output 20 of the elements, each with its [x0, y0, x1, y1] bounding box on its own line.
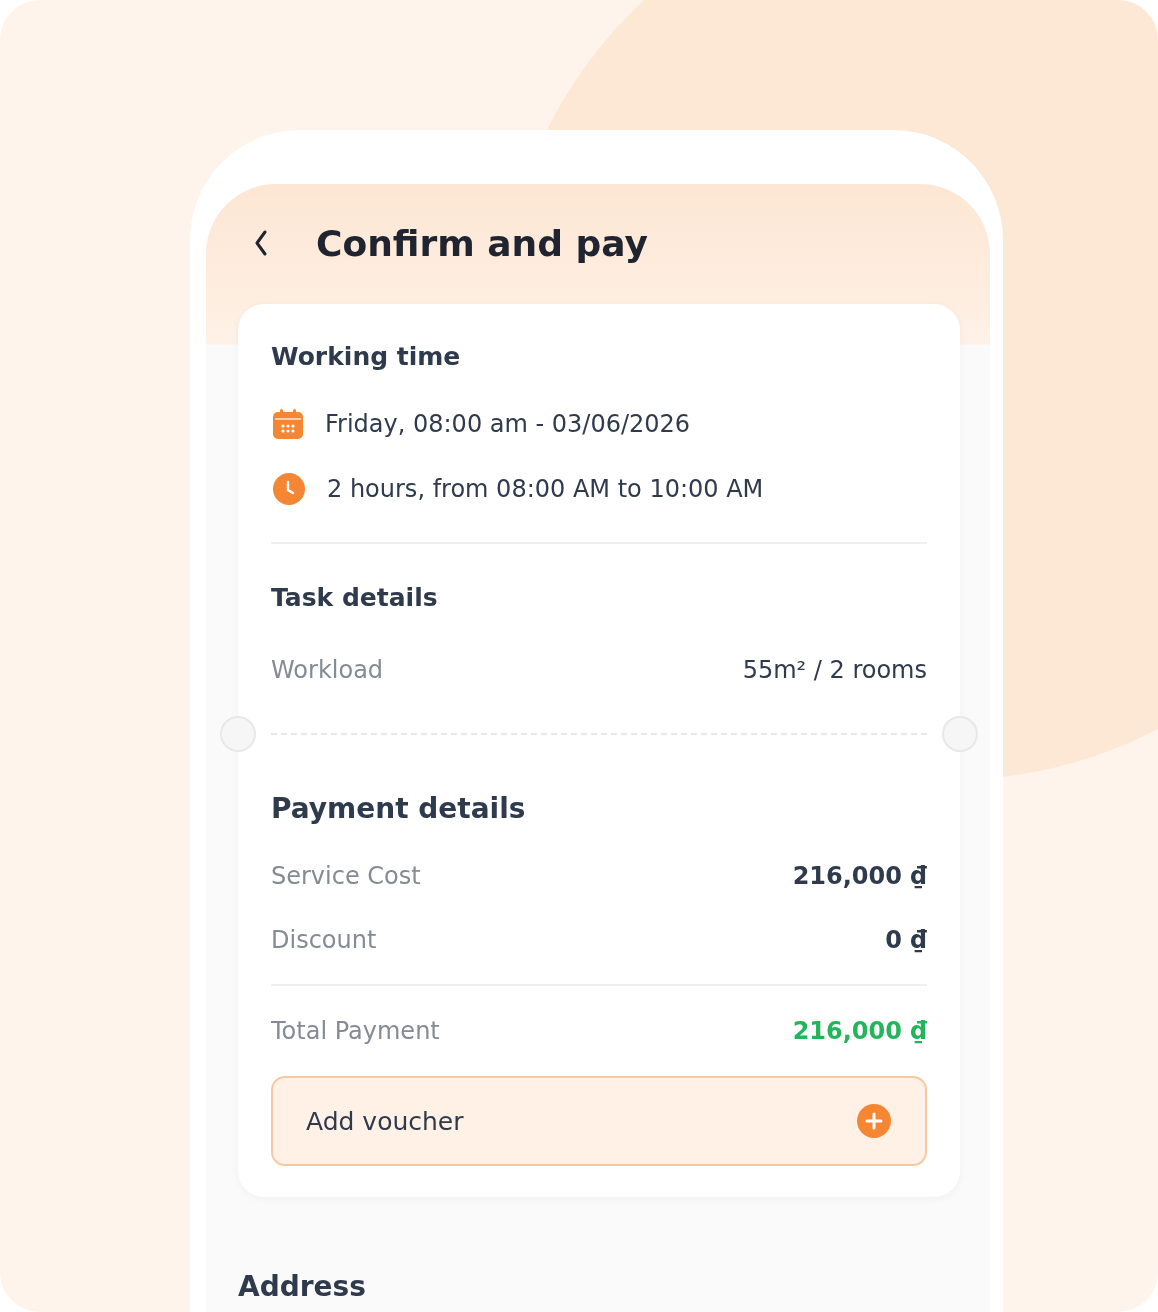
section-title: Address — [238, 1269, 367, 1305]
back-icon[interactable] — [254, 230, 268, 256]
section-title: Working time — [271, 341, 462, 373]
amount-value: 216,000 ₫ — [792, 1017, 927, 1045]
section-title: Payment details — [271, 791, 527, 827]
add-voucher-button[interactable]: Add voucher — [271, 1076, 927, 1166]
plus-icon — [857, 1104, 891, 1138]
row-label: Total Payment — [271, 1017, 440, 1045]
clock-icon — [273, 473, 305, 505]
row-label: Workload — [271, 656, 384, 684]
page-title: Confirm and pay — [316, 222, 648, 264]
row-label: Discount — [271, 926, 377, 954]
info-text: 2 hours, from 08:00 AM to 10:00 AM — [327, 475, 764, 503]
row-value: 55m² / 2 rooms — [742, 656, 927, 684]
calendar-icon — [273, 409, 303, 439]
row-label: Service Cost — [271, 862, 421, 890]
amount-value: 216,000 ₫ — [792, 862, 927, 890]
info-text: Friday, 08:00 am - 03/06/2026 — [325, 410, 691, 438]
section-title: Task details — [271, 582, 439, 614]
amount-value: 0 ₫ — [885, 926, 927, 954]
